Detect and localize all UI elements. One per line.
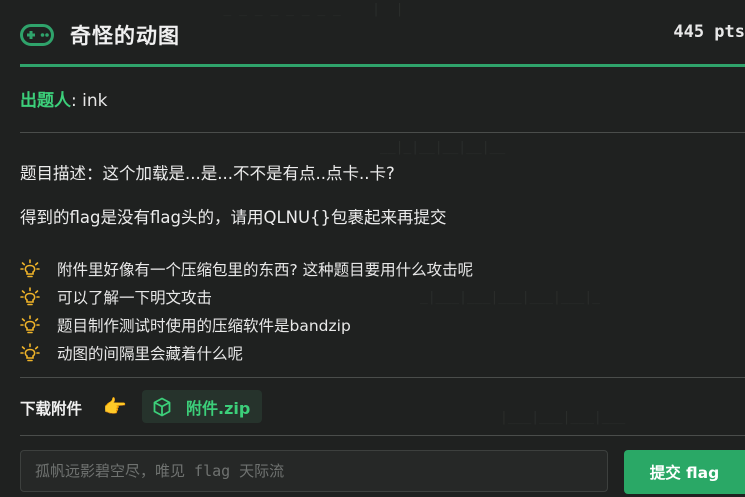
- lightbulb-icon: [20, 315, 40, 334]
- lightbulb-icon: [20, 343, 40, 362]
- background-texture: __|_|__|__|__|__: [380, 140, 506, 155]
- author-key: 出题人: [20, 91, 71, 111]
- submit-flag-button[interactable]: 提交 flag: [624, 450, 745, 494]
- hint-item: 动图的间隔里会藏着什么呢: [20, 342, 243, 364]
- challenge-title: 奇怪的动图: [70, 24, 180, 48]
- attachment-download-button[interactable]: 附件.zip: [142, 390, 263, 423]
- author-line: 出题人: ink: [20, 86, 107, 111]
- accent-divider: [20, 64, 745, 67]
- hint-item: 题目制作测试时使用的压缩软件是bandzip: [20, 314, 351, 336]
- challenge-points: 445 pts: [673, 22, 745, 42]
- hint-text: 题目制作测试时使用的压缩软件是bandzip: [57, 317, 351, 335]
- description-line: 得到的flag是没有flag头的，请用QLNU{}包裹起来再提交: [20, 208, 447, 227]
- download-label: 下载附件: [20, 400, 83, 418]
- background-texture: _|___|___|___|___|___|_: [420, 290, 601, 305]
- hint-item: 可以了解一下明文攻击: [20, 286, 212, 308]
- divider: [20, 377, 745, 378]
- pointing-hand-icon: 👉: [103, 396, 127, 418]
- hint-item: 附件里好像有一个压缩包里的东西? 这种题目要用什么攻击呢: [20, 258, 473, 280]
- background-texture: _ _ _ _ _ _ _ _ | |: [200, 2, 404, 17]
- hint-text: 附件里好像有一个压缩包里的东西? 这种题目要用什么攻击呢: [57, 261, 474, 279]
- lightbulb-icon: [20, 259, 40, 278]
- hint-text: 动图的间隔里会藏着什么呢: [57, 345, 244, 363]
- attachment-file-name: 附件.zip: [186, 398, 251, 418]
- divider: [20, 435, 745, 436]
- hint-text: 可以了解一下明文攻击: [57, 289, 213, 307]
- gamepad-icon: [20, 24, 54, 46]
- background-texture: |___|___|___|___: [500, 410, 626, 425]
- description-line: 题目描述：这个加载是...是...不不是有点..点卡..卡?: [20, 164, 395, 183]
- author-colon: :: [71, 91, 77, 111]
- lightbulb-icon: [20, 287, 40, 306]
- challenge-header: 奇怪的动图 445 pts: [20, 16, 745, 54]
- divider: [20, 132, 745, 133]
- author-name: ink: [82, 91, 108, 111]
- flag-input[interactable]: [20, 450, 608, 492]
- cube-icon: [153, 397, 171, 416]
